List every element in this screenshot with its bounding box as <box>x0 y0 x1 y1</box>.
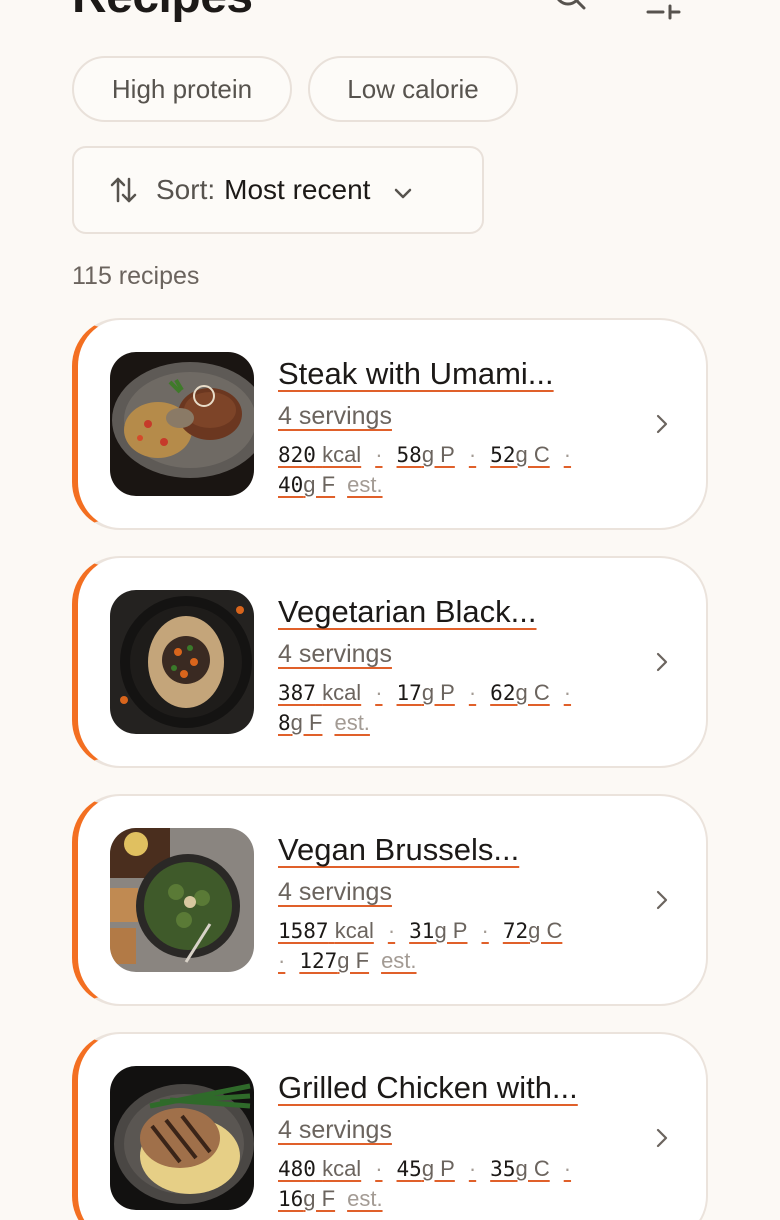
sort-value: Most recent <box>224 174 371 205</box>
macro-separator: · <box>468 680 477 705</box>
fat-value: 127 <box>299 949 338 973</box>
recipe-servings: 4 servings <box>278 1116 392 1144</box>
recipe-macros: 480 kcal · 45g P · 35g C · 16g F est. <box>278 1154 638 1214</box>
recipe-image <box>110 352 254 496</box>
recipe-image <box>110 1066 254 1210</box>
filter-chip-high-protein[interactable]: High protein <box>72 56 292 122</box>
macro-separator: · <box>563 680 572 705</box>
kcal-unit: kcal <box>334 918 374 943</box>
protein-unit: g P <box>421 442 455 467</box>
recipe-macros: 1587 kcal · 31g P · 72g C · 127g F est. <box>278 916 638 976</box>
recipe-title[interactable]: Vegetarian Black... <box>278 594 537 630</box>
carbs-unit: g C <box>515 680 550 705</box>
sort-arrows-icon <box>108 175 138 205</box>
protein-unit: g P <box>421 1156 455 1181</box>
protein-value: 31 <box>409 919 435 943</box>
recipe-servings: 4 servings <box>278 402 392 430</box>
protein-value: 45 <box>396 1157 422 1181</box>
recipe-macros: 387 kcal · 17g P · 62g C · 8g F est. <box>278 678 638 738</box>
carbs-value: 72 <box>502 919 529 943</box>
chevron-right-icon[interactable] <box>652 888 672 912</box>
sliders-icon[interactable] <box>643 0 683 20</box>
recipe-title[interactable]: Steak with Umami... <box>278 356 554 392</box>
macro-separator: · <box>481 918 489 943</box>
chevron-right-icon[interactable] <box>652 412 672 436</box>
chevron-down-icon <box>392 179 414 201</box>
recipe-card[interactable]: Vegan Brussels... 4 servings 1587 kcal · 3… <box>72 794 708 1006</box>
macro-separator: · <box>375 680 383 705</box>
recipe-servings: 4 servings <box>278 640 392 668</box>
header: Recipes <box>0 0 780 40</box>
estimate-label: est. <box>381 948 417 973</box>
estimate-label: est. <box>347 472 383 497</box>
estimate-label: est. <box>347 1186 383 1211</box>
protein-value: 17 <box>396 681 422 705</box>
kcal-unit: kcal <box>322 680 362 705</box>
protein-unit: g P <box>434 918 468 943</box>
macro-separator: · <box>468 1156 477 1181</box>
fat-unit: g F <box>303 472 336 497</box>
fat-unit: g F <box>290 710 323 735</box>
search-icon[interactable] <box>548 0 588 20</box>
chevron-right-icon[interactable] <box>652 1126 672 1150</box>
kcal-unit: kcal <box>322 1156 362 1181</box>
fat-value: 8 <box>278 711 291 735</box>
macro-separator: · <box>468 442 477 467</box>
page-title: Recipes <box>72 0 253 22</box>
protein-unit: g P <box>421 680 455 705</box>
recipe-servings: 4 servings <box>278 878 392 906</box>
recipe-count: 115 recipes <box>72 262 200 290</box>
recipe-macros: 820 kcal · 58g P · 52g C · 40g F est. <box>278 440 638 500</box>
fat-unit: g F <box>337 948 370 973</box>
kcal-value: 387 <box>278 681 316 705</box>
macro-separator: · <box>278 948 286 973</box>
kcal-value: 1587 <box>278 919 329 943</box>
macro-separator: · <box>563 442 572 467</box>
macro-separator: · <box>387 918 396 943</box>
kcal-value: 820 <box>278 443 316 467</box>
carbs-unit: g C <box>515 1156 550 1181</box>
macro-separator: · <box>375 1156 383 1181</box>
fat-value: 16 <box>278 1187 304 1211</box>
carbs-unit: g C <box>515 442 550 467</box>
estimate-label: est. <box>334 710 370 735</box>
sort-dropdown[interactable]: Sort: Most recent <box>72 146 484 234</box>
kcal-value: 480 <box>278 1157 316 1181</box>
filter-chip-low-calorie[interactable]: Low calorie <box>308 56 518 122</box>
carbs-value: 52 <box>490 443 516 467</box>
recipe-image <box>110 590 254 734</box>
recipe-card[interactable]: Steak with Umami... 4 servings 820 kcal ·… <box>72 318 708 530</box>
macro-separator: · <box>375 442 383 467</box>
kcal-unit: kcal <box>322 442 362 467</box>
protein-value: 58 <box>396 443 422 467</box>
carbs-value: 62 <box>490 681 516 705</box>
sort-prefix: Sort: <box>156 174 216 205</box>
recipe-title[interactable]: Grilled Chicken with... <box>278 1070 578 1106</box>
recipe-title[interactable]: Vegan Brussels... <box>278 832 519 868</box>
macro-separator: · <box>563 1156 572 1181</box>
carbs-unit: g C <box>528 918 563 943</box>
fat-unit: g F <box>303 1186 336 1211</box>
fat-value: 40 <box>278 473 304 497</box>
recipe-card[interactable]: Vegetarian Black... 4 servings 387 kcal ·… <box>72 556 708 768</box>
chevron-right-icon[interactable] <box>652 650 672 674</box>
recipe-image <box>110 828 254 972</box>
recipe-card[interactable]: Grilled Chicken with... 4 servings 480 k… <box>72 1032 708 1220</box>
carbs-value: 35 <box>490 1157 516 1181</box>
